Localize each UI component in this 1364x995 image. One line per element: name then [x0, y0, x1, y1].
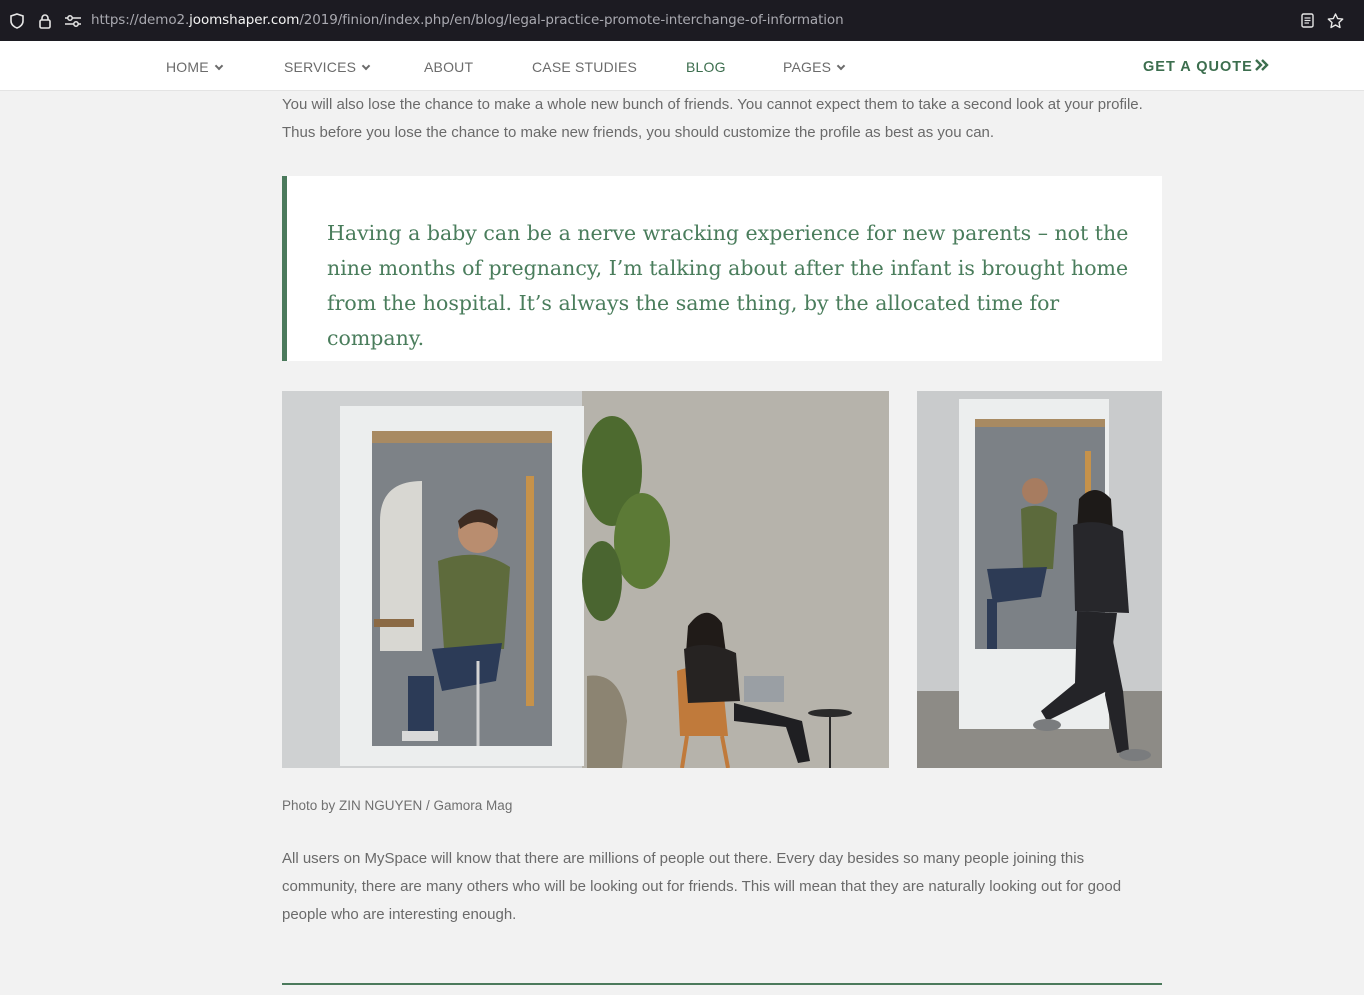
lock-icon[interactable]: [36, 0, 54, 41]
nav-item-blog[interactable]: BLOG: [686, 59, 726, 75]
nav-item-label: PAGES: [783, 59, 832, 75]
section-divider: [282, 983, 1162, 985]
address-bar[interactable]: https://demo2.joomshaper.com/2019/finion…: [91, 12, 844, 28]
article-paragraph: All users on MySpace will know that ther…: [282, 850, 1122, 923]
bookmark-star-icon[interactable]: [1325, 0, 1345, 41]
nav-item-services[interactable]: SERVICES: [284, 59, 371, 75]
url-prefix: https://demo2.: [91, 12, 190, 28]
nav-item-label: ABOUT: [424, 59, 474, 75]
article-paragraph: You will also lose the chance to make a …: [282, 96, 1143, 141]
get-a-quote-button[interactable]: GET A QUOTE: [1143, 59, 1253, 75]
photo-caption: Photo by ZIN NGUYEN / Gamora Mag: [282, 798, 513, 813]
url-path: /2019/finion/index.php/en/blog/legal-pra…: [299, 12, 844, 28]
article-photo-walking: [917, 391, 1162, 768]
browser-toolbar: https://demo2.joomshaper.com/2019/finion…: [0, 0, 1364, 41]
reader-view-icon[interactable]: [1298, 0, 1316, 41]
nav-item-label: HOME: [166, 59, 209, 75]
shield-icon[interactable]: [8, 0, 26, 41]
nav-item-label: CASE STUDIES: [532, 59, 638, 75]
main-navigation: HOME SERVICES ABOUT CASE STUDIES BLOG PA…: [0, 41, 1364, 91]
site-permissions-icon[interactable]: [63, 0, 83, 41]
nav-item-label: SERVICES: [284, 59, 357, 75]
blockquote: Having a baby can be a nerve wracking ex…: [282, 176, 1162, 361]
chevron-down-icon: [361, 61, 371, 71]
nav-item-label: BLOG: [686, 59, 726, 75]
nav-item-pages[interactable]: PAGES: [783, 59, 846, 75]
nav-item-home[interactable]: HOME: [166, 59, 224, 75]
chevron-down-icon: [214, 61, 224, 71]
chevron-down-icon: [836, 61, 846, 71]
url-host: joomshaper.com: [189, 12, 300, 28]
nav-item-about[interactable]: ABOUT: [424, 59, 473, 75]
double-chevron-right-icon[interactable]: [1254, 57, 1270, 73]
nav-item-case-studies[interactable]: CASE STUDIES: [532, 59, 637, 75]
article-photo-phone-booth: [282, 391, 889, 768]
blockquote-text: Having a baby can be a nerve wracking ex…: [327, 221, 1129, 350]
